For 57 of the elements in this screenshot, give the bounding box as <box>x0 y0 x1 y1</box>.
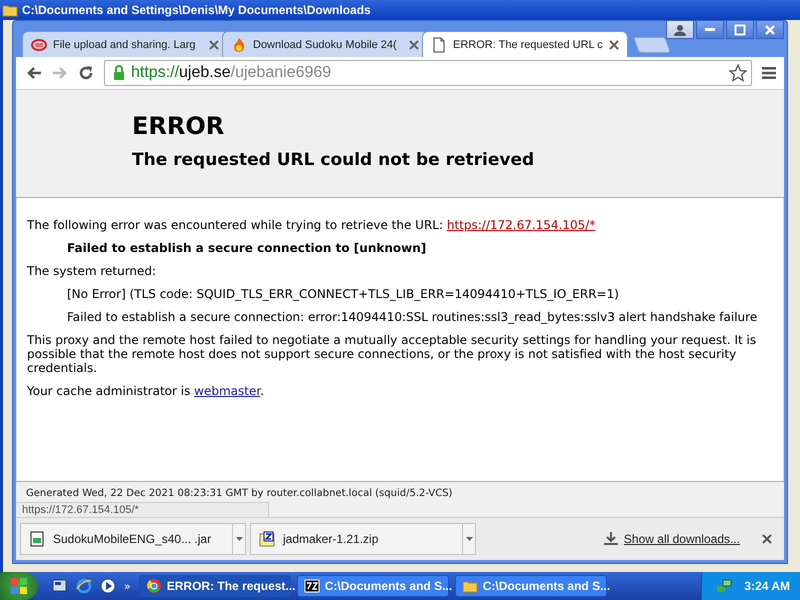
clock: 3:24 AM <box>744 579 790 593</box>
globe-icon[interactable] <box>76 578 92 594</box>
error-message: The following error was encountered while trying to retrieve the URL: https://172.67.154.105/* <box>27 218 596 232</box>
show-all-downloads-link[interactable]: Show all downloads... <box>624 532 740 546</box>
close-icon <box>764 24 776 36</box>
close-icon[interactable] <box>762 534 772 544</box>
more-chevron[interactable]: » <box>124 580 131 592</box>
reload-icon[interactable] <box>78 65 94 81</box>
caret-icon <box>236 537 242 541</box>
close-icon[interactable] <box>409 40 419 50</box>
url-link[interactable]: https://172.67.154.105/* <box>446 218 596 232</box>
minimize-button[interactable] <box>696 21 724 39</box>
download-item[interactable]: SudokuMobileENG_s40... .jar <box>20 523 232 555</box>
maximize-button[interactable] <box>726 21 754 39</box>
ring-icon <box>31 36 47 52</box>
archive-icon <box>259 531 275 547</box>
download-icon <box>604 532 618 546</box>
error-heading: ERROR <box>132 112 226 140</box>
taskbar-button[interactable]: C:\Documents and S... <box>296 575 449 597</box>
generated-info: Generated Wed, 22 Dec 2021 08:23:31 GMT by router.collabnet.local (squid/5.2-VCS) <box>26 488 452 499</box>
flame-icon <box>231 36 247 52</box>
caret-icon <box>466 537 472 541</box>
close-icon[interactable] <box>609 40 619 50</box>
error-detail: [No Error] (TLS code: SQUID_TLS_ERR_CONNECT+TLS_LIB_ERR=14094410+TLS_IO_ERR=1) <box>67 287 620 301</box>
windows-logo-icon <box>10 577 28 595</box>
back-arrow-icon[interactable] <box>26 65 42 81</box>
star-icon[interactable] <box>729 64 747 82</box>
browser-tab[interactable]: ERROR: The requested URL c <box>422 31 628 57</box>
start-button[interactable] <box>0 572 38 600</box>
taskbar-button[interactable]: C:\Documents and S... <box>454 575 607 597</box>
status-bubble: https://172.67.154.105/* <box>16 502 269 517</box>
network-icon <box>716 578 732 594</box>
window-title: C:\Documents and Settings\Denis\My Documents\Downloads <box>22 3 371 17</box>
dropdown-button[interactable] <box>232 523 246 555</box>
desktop-icon[interactable] <box>52 578 68 594</box>
address-field[interactable]: https://ujeb.se/ujebanie6969 <box>104 60 752 86</box>
error-detail: Failed to establish a secure connection: error:14094410:SSL routines:ssl3_read_bytes:sslv3 alert handshake failure <box>67 310 758 324</box>
maximize-icon <box>734 24 746 36</box>
close-icon[interactable] <box>209 40 219 50</box>
admin-text: Your cache administrator is webmaster. <box>27 384 266 398</box>
browser-icon <box>146 578 162 594</box>
play-icon[interactable] <box>100 578 116 594</box>
close-button[interactable] <box>756 21 784 39</box>
minimize-icon <box>705 28 715 31</box>
webmaster-link[interactable]: webmaster <box>194 384 260 398</box>
profile-button[interactable] <box>666 21 694 39</box>
explanation-text: This proxy and the remote host failed to negotiate a mutually acceptable security settings for handling your request. It is possible that the remote host does not support secure connections, or the proxy is not satisfied with the host security credentials. <box>27 333 758 375</box>
download-item[interactable]: jadmaker-1.21.zip <box>250 523 462 555</box>
person-icon <box>674 24 686 36</box>
page-icon <box>431 36 447 52</box>
menu-icon[interactable] <box>762 66 776 80</box>
dropdown-button[interactable] <box>462 523 476 555</box>
document-icon <box>29 531 45 547</box>
archive-icon <box>304 578 320 594</box>
error-subheading: The requested URL could not be retrieved <box>132 150 536 170</box>
error-title: Failed to establish a secure connection to [unknown] <box>67 241 428 255</box>
system-returned-label: The system returned: <box>27 264 158 278</box>
